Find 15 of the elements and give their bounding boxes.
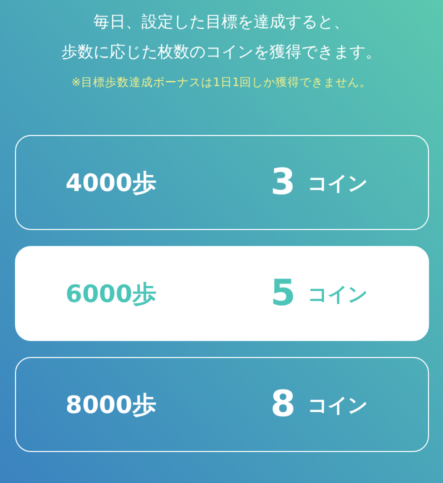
reward-option[interactable]: 4000歩 3 コイン	[14, 135, 428, 230]
coin-amount: 3	[270, 160, 296, 205]
coin-unit: コイン	[308, 280, 368, 308]
intro-text: 毎日、設定した目標を達成すると、	[94, 11, 350, 33]
step-count: 8000歩	[66, 390, 158, 421]
coin-amount: 8	[270, 382, 296, 427]
intro-text: 歩数に応じた枚数のコインを獲得できます。	[62, 41, 382, 63]
reward-option[interactable]: 8000歩 8 コイン	[14, 357, 428, 452]
reward-option[interactable]: 6000歩 5 コイン	[14, 246, 428, 342]
bonus-note: ※目標歩数達成ボーナスは1日1回しか獲得できません。	[71, 74, 372, 91]
coin-unit: コイン	[308, 392, 368, 419]
coin-unit: コイン	[308, 170, 368, 197]
coin-amount: 5	[270, 272, 296, 316]
step-count: 4000歩	[66, 168, 158, 199]
step-count: 6000歩	[66, 278, 158, 310]
